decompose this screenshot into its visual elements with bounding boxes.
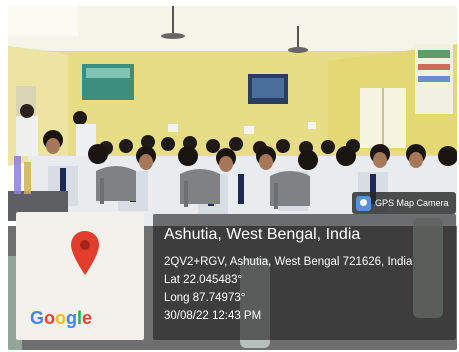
location-title: Ashutia, West Bengal, India (164, 226, 361, 243)
gps-map-camera-badge: GPS Map Camera (352, 192, 456, 214)
location-longitude: Long 87.74973° (164, 292, 246, 304)
map-inset: Google (16, 212, 144, 340)
map-pin-icon (71, 231, 99, 275)
google-logo: Google (30, 308, 93, 328)
location-timestamp: 30/08/22 12:43 PM (164, 310, 262, 322)
location-address: 2QV2+RGV, Ashutia, West Bengal 721626, I… (164, 256, 413, 268)
photo-frame: Google GPS Map Camera Ashutia, West Beng… (0, 0, 459, 352)
gps-badge-label: GPS Map Camera (375, 198, 449, 208)
location-latitude: Lat 22.045483° (164, 274, 243, 286)
gps-camera-app-icon (356, 195, 371, 211)
